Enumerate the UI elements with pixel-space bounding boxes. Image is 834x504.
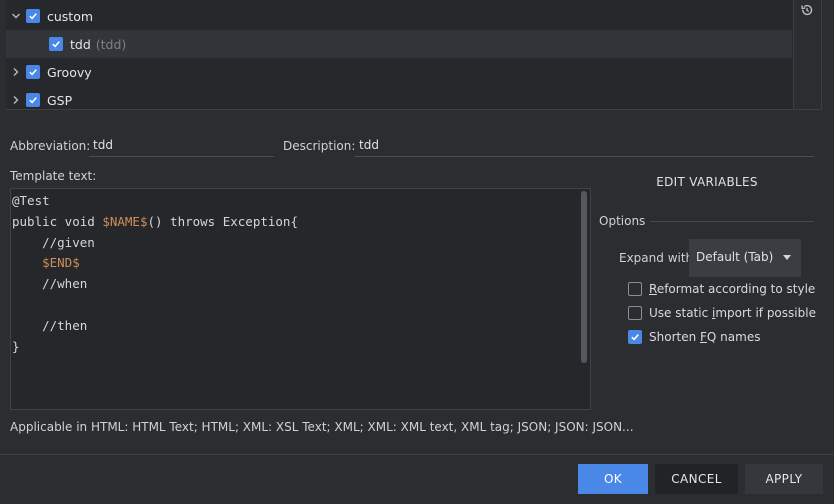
- tree-toolbar: [794, 0, 822, 110]
- description-label: Description:: [283, 139, 356, 153]
- shorten-fq-checkbox[interactable]: [628, 330, 642, 344]
- applicable-contexts[interactable]: Applicable in HTML: HTML Text; HTML; XML…: [10, 420, 634, 434]
- tree-sublabel-tdd: (tdd): [95, 36, 127, 52]
- tree-row-groovy[interactable]: Groovy: [6, 58, 792, 86]
- tree-label-groovy: Groovy: [47, 64, 92, 80]
- options-divider: [650, 221, 814, 222]
- static-import-checkbox[interactable]: [628, 306, 642, 320]
- reformat-option[interactable]: Reformat according to style: [628, 281, 815, 297]
- apply-button[interactable]: APPLY: [745, 464, 823, 494]
- chevron-down-icon[interactable]: [6, 2, 26, 30]
- template-code[interactable]: @Test public void $NAME$() throws Except…: [12, 191, 298, 357]
- edit-variables-button[interactable]: EDIT VARIABLES: [650, 175, 764, 195]
- code-line: public void $NAME$() throws Exception{: [12, 213, 298, 229]
- cancel-button[interactable]: CANCEL: [655, 464, 738, 494]
- tree-label-tdd: tdd: [70, 36, 91, 52]
- reformat-checkbox[interactable]: [628, 282, 642, 296]
- template-text-label: Template text:: [10, 169, 97, 183]
- checkbox-tdd[interactable]: [49, 37, 63, 51]
- checkbox-custom[interactable]: [26, 9, 40, 23]
- static-import-option[interactable]: Use static import if possible: [628, 305, 816, 321]
- template-tree: custom tdd (tdd) Groovy GSP: [6, 0, 794, 110]
- expand-with-value: Default (Tab): [696, 250, 774, 264]
- reformat-label: Reformat according to style: [649, 282, 816, 296]
- tree-label-custom: custom: [47, 8, 94, 24]
- restore-icon[interactable]: [798, 1, 816, 19]
- abbreviation-label: Abbreviation:: [10, 139, 91, 153]
- options-title: Options: [599, 214, 646, 228]
- editor-scrollbar[interactable]: [581, 191, 587, 363]
- abbreviation-field[interactable]: tdd: [89, 135, 274, 157]
- chevron-right-icon[interactable]: [6, 86, 26, 114]
- tree-row-gsp[interactable]: GSP: [6, 86, 792, 114]
- template-editor[interactable]: @Test public void $NAME$() throws Except…: [10, 188, 591, 410]
- code-line: }: [12, 338, 20, 354]
- ok-button[interactable]: OK: [578, 464, 648, 494]
- caret-down-icon: [783, 255, 791, 260]
- code-line: //when: [12, 276, 88, 292]
- expand-with-label: Expand with: [619, 251, 694, 265]
- expand-with-select[interactable]: Default (Tab): [689, 239, 801, 277]
- static-import-label: Use static import if possible: [649, 306, 816, 320]
- code-line: @Test: [12, 193, 50, 208]
- checkbox-groovy[interactable]: [26, 65, 40, 79]
- chevron-right-icon[interactable]: [6, 58, 26, 86]
- variable-name: $NAME$: [102, 213, 148, 229]
- description-field[interactable]: tdd: [355, 135, 814, 157]
- code-line: //given: [12, 234, 95, 250]
- shorten-fq-label: Shorten FQ names: [649, 330, 761, 344]
- shorten-fq-option[interactable]: Shorten FQ names: [628, 329, 760, 345]
- checkbox-gsp[interactable]: [26, 93, 40, 107]
- tree-label-gsp: GSP: [47, 92, 73, 108]
- footer-divider: [0, 454, 834, 455]
- variable-end: $END$: [42, 255, 80, 271]
- tree-row-custom[interactable]: custom: [6, 2, 792, 30]
- code-line: //then: [12, 317, 88, 333]
- tree-row-tdd[interactable]: tdd (tdd): [6, 30, 792, 58]
